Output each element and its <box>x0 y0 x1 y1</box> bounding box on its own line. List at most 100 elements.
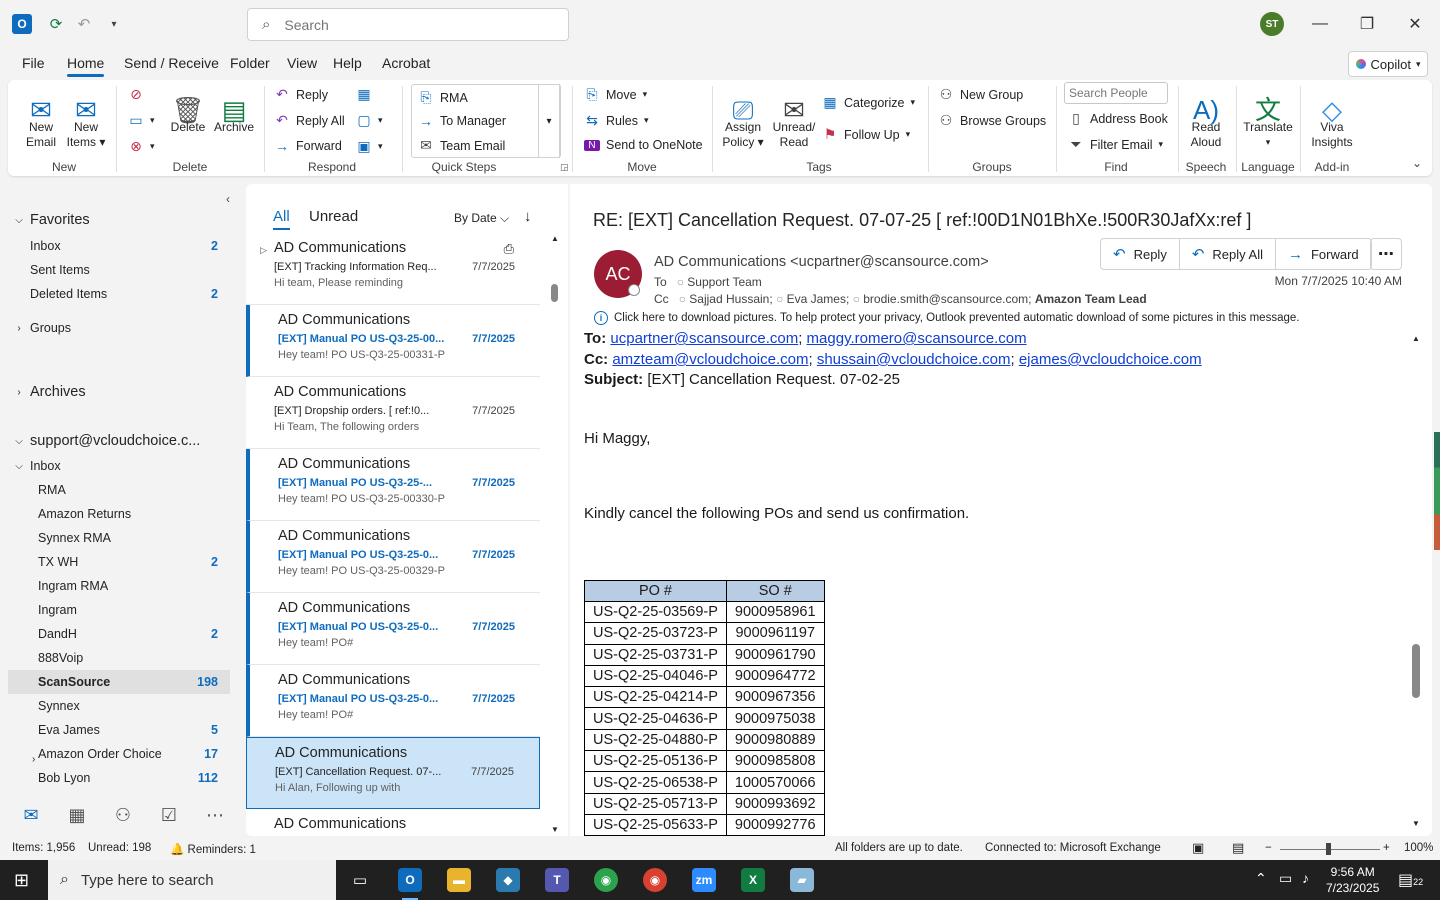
dialog-launcher-icon[interactable]: ◲ <box>560 162 569 173</box>
more-apps-icon[interactable]: ⋯ <box>192 805 238 826</box>
email-link[interactable]: shussain@vcloudchoice.com <box>817 351 1011 368</box>
reading-reply-all-button[interactable]: ↶ Reply All <box>1180 239 1276 269</box>
notifications-icon[interactable]: ▤22 <box>1398 870 1423 890</box>
reading-reply-button[interactable]: ↶ Reply <box>1101 239 1180 269</box>
subfolder-item[interactable]: RMA <box>8 478 230 502</box>
zoom-out-icon[interactable]: − <box>1265 842 1272 854</box>
sender-name[interactable]: AD Communications <ucpartner@scansource.… <box>654 254 989 270</box>
rules-button[interactable]: ⇆ Rules ▾ <box>584 112 648 129</box>
chrome-profile-icon[interactable]: ◉ <box>643 868 667 892</box>
address-book-button[interactable]: ▯ Address Book <box>1068 110 1168 127</box>
reading-pane-scrollbar[interactable]: ▲ ▼ <box>1410 334 1422 832</box>
account-header[interactable]: ⌵ support@vcloudchoice.c... <box>8 429 230 453</box>
im-button[interactable]: ▢ ▾ <box>356 112 382 129</box>
search-input[interactable] <box>284 16 535 33</box>
tab-acrobat[interactable]: Acrobat <box>382 55 430 71</box>
search-people-input[interactable]: Search People <box>1064 82 1168 104</box>
file-explorer-icon[interactable]: ▬ <box>447 868 471 892</box>
email-link[interactable]: maggy.romero@scansource.com <box>807 330 1027 347</box>
download-pictures-banner[interactable]: i Click here to download pictures. To hel… <box>594 311 1299 325</box>
favorites-header[interactable]: ⌵ Favorites <box>8 208 230 232</box>
new-items-button[interactable]: ✉ New Items ▾ <box>66 84 106 150</box>
read-aloud-button[interactable]: A) Read Aloud <box>1184 84 1228 150</box>
email-link[interactable]: amzteam@vcloudchoice.com <box>612 351 808 368</box>
filter-unread-tab[interactable]: Unread <box>309 208 358 225</box>
message-item[interactable]: AD Communications [EXT] Dropship orders. … <box>246 377 540 449</box>
collapse-pane-icon[interactable]: ‹ <box>226 192 230 206</box>
restore-button[interactable]: ❐ <box>1352 10 1382 38</box>
tab-send-receive[interactable]: Send / Receive <box>124 55 219 71</box>
follow-up-button[interactable]: ⚑ Follow Up ▾ <box>822 126 910 143</box>
tab-view[interactable]: View <box>287 55 317 71</box>
scroll-down-icon[interactable]: ▼ <box>551 825 559 834</box>
zoom-level[interactable]: 100% <box>1404 842 1433 854</box>
scroll-up-icon[interactable]: ▲ <box>1412 334 1420 343</box>
expand-thread-icon[interactable]: ▷ <box>260 245 267 256</box>
subfolder-item[interactable]: DandH 2 <box>8 622 230 646</box>
reply-all-button[interactable]: ↶ Reply All <box>274 112 345 129</box>
email-link[interactable]: ucpartner@scansource.com <box>610 330 798 347</box>
user-avatar[interactable]: ST <box>1260 12 1284 36</box>
message-item[interactable]: AD Communications [EXT] Manual PO US-Q3-2… <box>246 449 540 521</box>
people-nav-icon[interactable]: ⚇ <box>100 805 146 826</box>
translate-button[interactable]: 文 Translate ▾ <box>1242 84 1294 150</box>
calendar-nav-icon[interactable]: ▦ <box>54 805 100 826</box>
taskbar-clock[interactable]: 9:56 AM 7/23/2025 <box>1326 864 1379 896</box>
customize-toolbar-icon[interactable]: ▾ <box>102 12 126 36</box>
move-button[interactable]: ⎘ Move ▾ <box>584 86 647 103</box>
quickstep-rma[interactable]: ⎘ RMA <box>418 89 467 106</box>
email-link[interactable]: ejames@vcloudchoice.com <box>1019 351 1202 368</box>
message-item[interactable]: AD Communications [EXT] Manaul PO US-Q3-2… <box>246 665 540 737</box>
filter-all-tab[interactable]: All <box>273 208 290 230</box>
folder-inbox-favorite[interactable]: Inbox 2 <box>8 234 230 258</box>
subfolder-item[interactable]: Synnex RMA <box>8 526 230 550</box>
subfolder-item[interactable]: Synnex <box>8 694 230 718</box>
quickstep-team-email[interactable]: ✉ Team Email <box>418 137 505 154</box>
reading-view-icon[interactable]: ▤ <box>1232 840 1244 856</box>
excel-icon[interactable]: X <box>741 868 765 892</box>
message-item[interactable]: AD Communications [EXT] Manual PO US-Q3-2… <box>246 593 540 665</box>
sort-by-date-button[interactable]: By Date ⌵ <box>454 211 509 226</box>
close-button[interactable]: ✕ <box>1400 10 1430 38</box>
reading-forward-button[interactable]: → Forward <box>1276 239 1371 269</box>
subfolder-item[interactable]: Bob Lyon 112 <box>8 766 230 790</box>
folder-sent-items[interactable]: Sent Items <box>8 258 230 282</box>
zoom-app-icon[interactable]: zm <box>692 868 716 892</box>
quick-steps-expand-button[interactable]: ▾ <box>538 84 560 158</box>
teams-icon[interactable]: T <box>545 868 569 892</box>
search-box[interactable]: ⌕ <box>247 8 569 41</box>
filter-email-button[interactable]: ⏷ Filter Email ▾ <box>1068 136 1163 153</box>
folder-inbox[interactable]: ⌵ Inbox <box>8 454 230 478</box>
app-icon[interactable]: ▰ <box>790 868 814 892</box>
copilot-button[interactable]: Copilot ▾ <box>1348 51 1428 77</box>
groups-header[interactable]: › Groups <box>8 316 230 340</box>
sync-icon[interactable]: ⟳ <box>44 12 68 36</box>
ribbon-collapse-icon[interactable]: ⌄ <box>1412 156 1422 170</box>
minimize-button[interactable]: — <box>1305 10 1335 38</box>
assign-policy-button[interactable]: ⎚ Assign Policy ▾ <box>720 84 766 150</box>
unread-read-button[interactable]: ✉ Unread/ Read <box>770 84 818 150</box>
message-item[interactable]: AD Communications [EXT] Cancellation Requ… <box>246 737 540 809</box>
message-item[interactable]: AD Communications [EXT] Manual PO US-Q3-2… <box>246 521 540 593</box>
network-icon[interactable]: ▭ <box>1279 870 1292 887</box>
categorize-button[interactable]: ▦ Categorize ▾ <box>822 94 915 111</box>
browse-groups-button[interactable]: ⚇ Browse Groups <box>938 112 1046 129</box>
onenote-button[interactable]: N Send to OneNote <box>584 138 703 152</box>
scroll-thumb[interactable] <box>551 284 558 302</box>
cc-recipient[interactable]: Sajjad Hussain; <box>689 292 772 306</box>
subfolder-item[interactable]: Amazon Returns <box>8 502 230 526</box>
windows-start-icon[interactable]: ⊞ <box>14 870 29 891</box>
undo-icon[interactable]: ↶ <box>72 12 96 36</box>
subfolder-item[interactable]: Amazon Order Choice 17 <box>8 742 230 766</box>
subfolder-item[interactable]: 888Voip <box>8 646 230 670</box>
tab-file[interactable]: File <box>22 55 45 71</box>
sort-direction-icon[interactable]: ↓ <box>524 208 532 225</box>
junk-button[interactable]: ⊗ ▾ <box>128 138 154 155</box>
new-group-button[interactable]: ⚇ New Group <box>938 86 1024 103</box>
tab-home[interactable]: Home <box>67 55 105 77</box>
tab-help[interactable]: Help <box>333 55 362 71</box>
volume-icon[interactable]: ♪ <box>1302 870 1309 886</box>
scroll-thumb[interactable] <box>1412 644 1420 698</box>
tasks-nav-icon[interactable]: ☑ <box>146 805 192 826</box>
viva-insights-button[interactable]: ◇ Viva Insights <box>1308 84 1356 150</box>
